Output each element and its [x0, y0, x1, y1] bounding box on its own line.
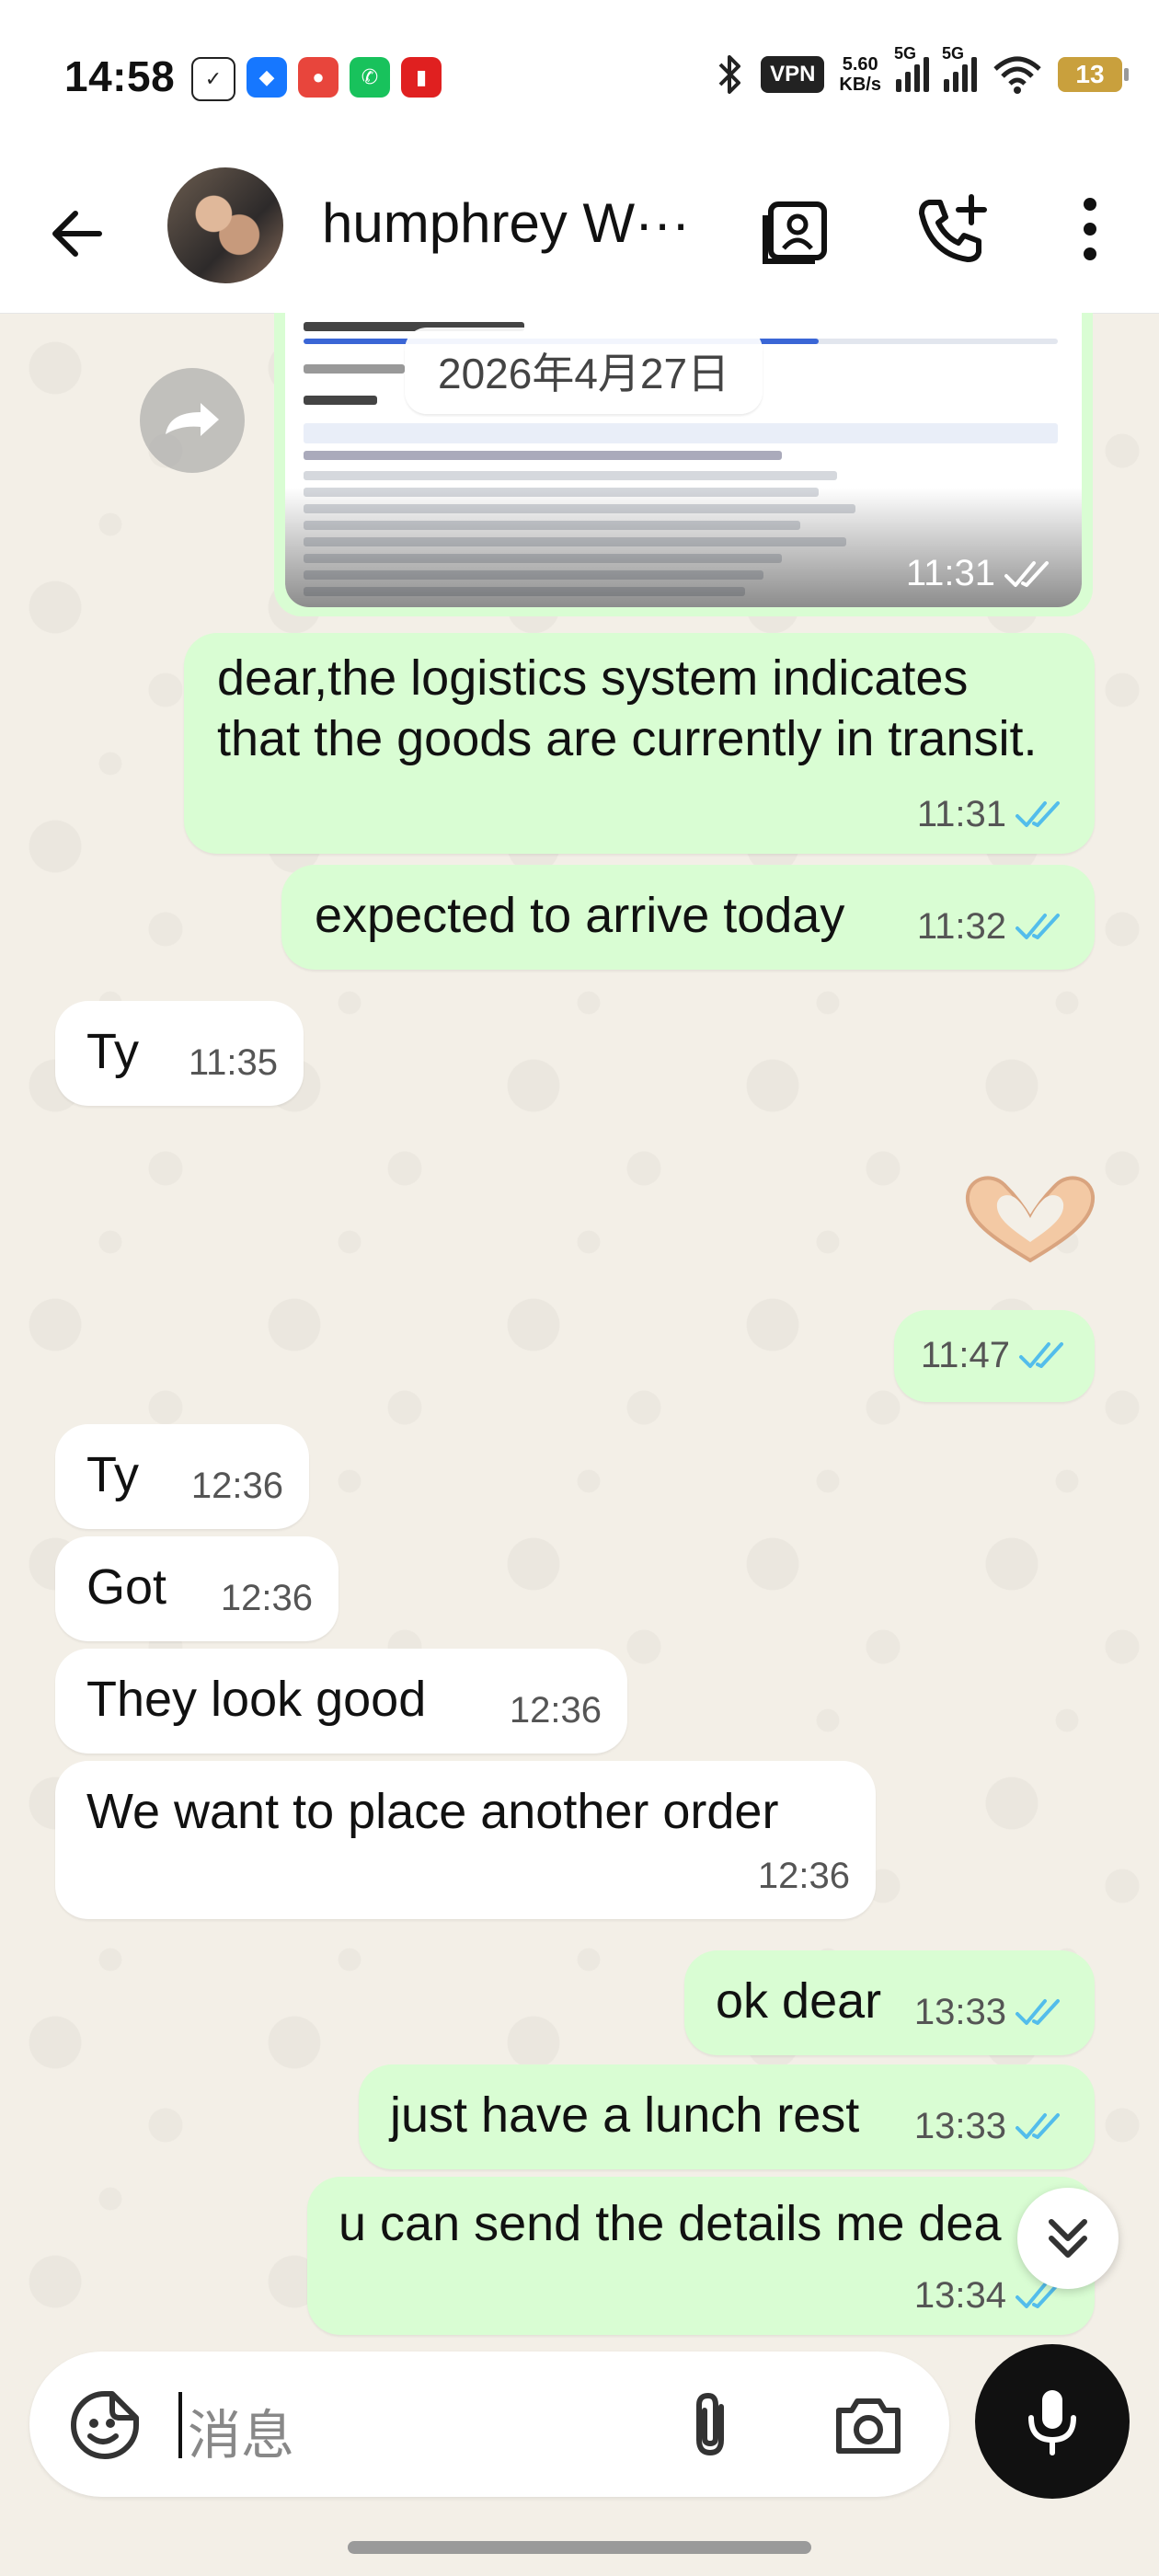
message-time: 12:36: [757, 1856, 850, 1896]
network-type-1: 5G: [894, 44, 917, 63]
message-bubble[interactable]: ok dear 13:33: [684, 1950, 1095, 2055]
paperclip-icon[interactable]: [673, 2386, 751, 2464]
message-text: expected to arrive today: [315, 888, 845, 943]
scroll-to-bottom-button[interactable]: [1017, 2188, 1119, 2289]
message-time: 12:36: [220, 1578, 313, 1618]
message-meta: 13:33: [914, 2096, 1069, 2156]
message-time: 11:31: [916, 794, 1006, 834]
back-arrow-icon[interactable]: [44, 201, 110, 267]
heart-hands-emoji[interactable]: [957, 1168, 1104, 1270]
message-text: ok dear: [716, 1973, 882, 2029]
phone-plus-icon[interactable]: [911, 188, 993, 270]
message-time: 11:32: [916, 906, 1006, 947]
app-shopping-icon: ●: [298, 57, 339, 98]
message-bubble[interactable]: Got 12:36: [55, 1536, 339, 1641]
contact-name[interactable]: humphrey W···: [322, 191, 717, 255]
read-ticks-icon: [1016, 2113, 1060, 2139]
image-message-meta: 11:31: [906, 553, 1058, 594]
camera-icon[interactable]: [830, 2386, 907, 2464]
status-time: 14:58: [64, 52, 176, 100]
message-meta: 12:36: [510, 1680, 602, 1741]
date-separator: 2026年4月27日: [405, 328, 763, 414]
speed-unit: KB/s: [839, 75, 881, 95]
message-meta: 12:36: [191, 1455, 283, 1516]
message-bubble[interactable]: Ty 12:36: [55, 1424, 309, 1529]
message-meta: 11:47: [921, 1325, 1073, 1386]
message-text: Ty: [86, 1024, 140, 1079]
message-text: u can send the details me dea: [339, 2196, 1002, 2251]
read-ticks-icon: [1016, 1999, 1060, 2025]
message-text: They look good: [86, 1672, 427, 1727]
message-composer: 消息: [29, 2352, 949, 2497]
message-text: Got: [86, 1559, 167, 1615]
message-text: just have a lunch rest: [390, 2087, 860, 2143]
message-time: 13:34: [913, 2275, 1006, 2316]
forward-button[interactable]: [140, 368, 245, 473]
bluetooth-icon: [718, 55, 741, 94]
message-bubble[interactable]: 11:47: [894, 1310, 1095, 1402]
app-alipay-icon: ◆: [247, 57, 287, 98]
message-bubble[interactable]: dear,the logistics system indicates that…: [184, 633, 1095, 854]
network-speed: 5.60 KB/s: [839, 54, 881, 95]
message-bubble[interactable]: expected to arrive today 11:32: [281, 865, 1095, 970]
status-right: VPN 5.60 KB/s 5G 5G 13: [713, 44, 1129, 96]
more-vertical-icon[interactable]: [1049, 188, 1131, 270]
message-time: 13:33: [913, 2106, 1006, 2146]
message-bubble[interactable]: just have a lunch rest 13:33: [359, 2064, 1095, 2169]
message-bubble[interactable]: Ty 11:35: [55, 1001, 304, 1106]
message-text: Ty: [86, 1447, 140, 1502]
network-type-2: 5G: [942, 44, 965, 63]
sticker-icon[interactable]: [66, 2386, 143, 2464]
chat-header: humphrey W···: [0, 156, 1159, 314]
message-time: 13:33: [913, 1992, 1006, 2032]
speed-value: 5.60: [842, 54, 878, 75]
text-caret: [178, 2392, 182, 2458]
message-meta: 12:36: [221, 1568, 313, 1628]
message-bubble[interactable]: They look good 12:36: [55, 1649, 627, 1754]
message-meta: 13:33: [914, 1982, 1069, 2042]
app-phone-icon: ✆: [350, 57, 390, 98]
double-chevron-down-icon: [1049, 2219, 1087, 2258]
read-ticks-icon: [1004, 560, 1049, 587]
read-ticks-icon: [1016, 914, 1060, 939]
message-bubble[interactable]: We want to place another order 12:36: [55, 1761, 876, 1919]
home-gesture-bar[interactable]: [348, 2541, 811, 2554]
message-meta: 11:35: [189, 1032, 278, 1093]
message-input[interactable]: 消息: [188, 2392, 294, 2469]
status-bar: 14:58 ✓ ◆ ● ✆ ▮ VPN 5.60 KB/s 5G 5G 13: [0, 0, 1159, 156]
voice-message-button[interactable]: [975, 2344, 1130, 2499]
message-time: 11:47: [920, 1335, 1010, 1375]
message-meta: 12:36: [758, 1846, 850, 1906]
image-message-time: 11:31: [905, 553, 995, 593]
message-meta: 11:31: [917, 784, 1069, 845]
contact-card-icon[interactable]: [756, 188, 839, 270]
message-time: 12:36: [509, 1690, 602, 1731]
read-ticks-icon: [1016, 801, 1060, 827]
message-time: 12:36: [190, 1466, 283, 1506]
vpn-badge: VPN: [761, 56, 825, 93]
forward-icon: [166, 403, 219, 436]
microphone-icon: [1028, 2390, 1076, 2455]
message-meta: 11:32: [917, 896, 1069, 957]
message-time: 11:35: [188, 1042, 278, 1083]
status-app-icons: ✓ ◆ ● ✆ ▮: [191, 57, 442, 101]
wifi-icon: [993, 56, 1041, 94]
signal-2-icon: 5G: [942, 44, 977, 92]
battery-indicator: 13: [1058, 57, 1129, 92]
message-text: dear,the logistics system indicates that…: [217, 650, 1038, 766]
app-video-icon: ▮: [401, 57, 442, 98]
message-bubble[interactable]: u can send the details me dea 13:34: [307, 2177, 1095, 2335]
message-text: We want to place another order: [86, 1784, 779, 1839]
contact-avatar[interactable]: [167, 167, 283, 283]
signal-1-icon: 5G: [894, 44, 929, 92]
app-v-icon: ✓: [191, 57, 235, 101]
read-ticks-icon: [1019, 1342, 1063, 1368]
